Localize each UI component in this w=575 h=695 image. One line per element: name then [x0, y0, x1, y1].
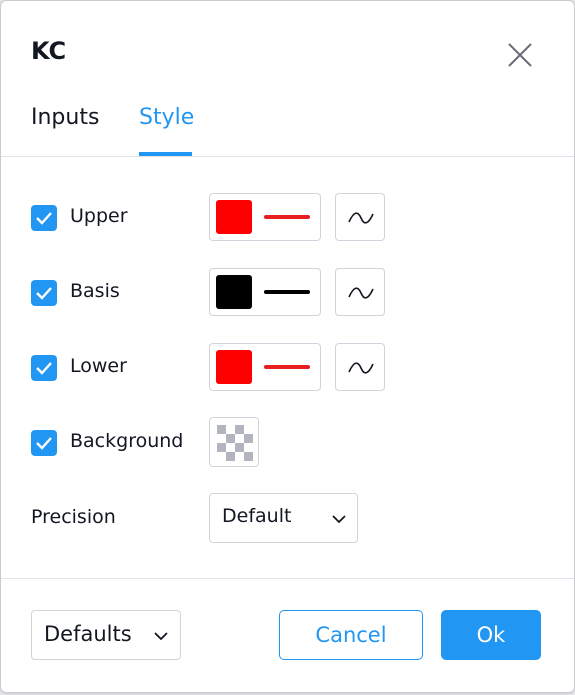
- close-button[interactable]: [504, 39, 536, 71]
- lower-label: Lower: [70, 355, 127, 377]
- chevron-down-icon: [332, 515, 346, 524]
- chevron-down-icon: [154, 632, 168, 641]
- lower-line-sample: [264, 365, 310, 369]
- upper-color-swatch: [216, 200, 252, 234]
- tab-inputs[interactable]: Inputs: [31, 105, 99, 130]
- check-icon: [36, 437, 52, 450]
- indicator-settings-dialog: KC Inputs Style Upper Basis Lower Backgr…: [0, 0, 575, 693]
- background-color-button[interactable]: [209, 417, 259, 467]
- upper-label: Upper: [70, 205, 128, 227]
- close-icon: [508, 43, 532, 67]
- basis-color-swatch: [216, 275, 252, 309]
- check-icon: [36, 212, 52, 225]
- basis-plot-style-button[interactable]: [335, 268, 385, 316]
- precision-value: Default: [222, 505, 292, 527]
- cancel-button[interactable]: Cancel: [279, 610, 423, 660]
- lower-checkbox[interactable]: [31, 355, 57, 381]
- upper-checkbox[interactable]: [31, 205, 57, 231]
- check-icon: [36, 287, 52, 300]
- lower-plot-style-button[interactable]: [335, 343, 385, 391]
- upper-line-sample: [264, 215, 310, 219]
- lower-style-button[interactable]: [209, 343, 321, 391]
- line-wave-icon: [348, 287, 374, 299]
- check-icon: [36, 362, 52, 375]
- precision-label: Precision: [31, 506, 116, 528]
- tab-style[interactable]: Style: [139, 105, 194, 130]
- line-wave-icon: [348, 212, 374, 224]
- defaults-dropdown[interactable]: Defaults: [31, 610, 181, 660]
- line-wave-icon: [348, 362, 374, 374]
- dialog-title: KC: [31, 37, 67, 65]
- upper-plot-style-button[interactable]: [335, 193, 385, 241]
- upper-style-button[interactable]: [209, 193, 321, 241]
- basis-style-button[interactable]: [209, 268, 321, 316]
- header-divider: [1, 156, 574, 157]
- precision-select[interactable]: Default: [209, 493, 358, 543]
- basis-checkbox[interactable]: [31, 280, 57, 306]
- background-checkbox[interactable]: [31, 430, 57, 456]
- checkerboard-icon: [217, 425, 253, 461]
- background-label: Background: [70, 430, 184, 452]
- defaults-label: Defaults: [44, 622, 132, 646]
- basis-line-sample: [264, 290, 310, 294]
- ok-button[interactable]: Ok: [441, 610, 541, 660]
- basis-label: Basis: [70, 280, 120, 302]
- footer-divider: [1, 578, 574, 579]
- lower-color-swatch: [216, 350, 252, 384]
